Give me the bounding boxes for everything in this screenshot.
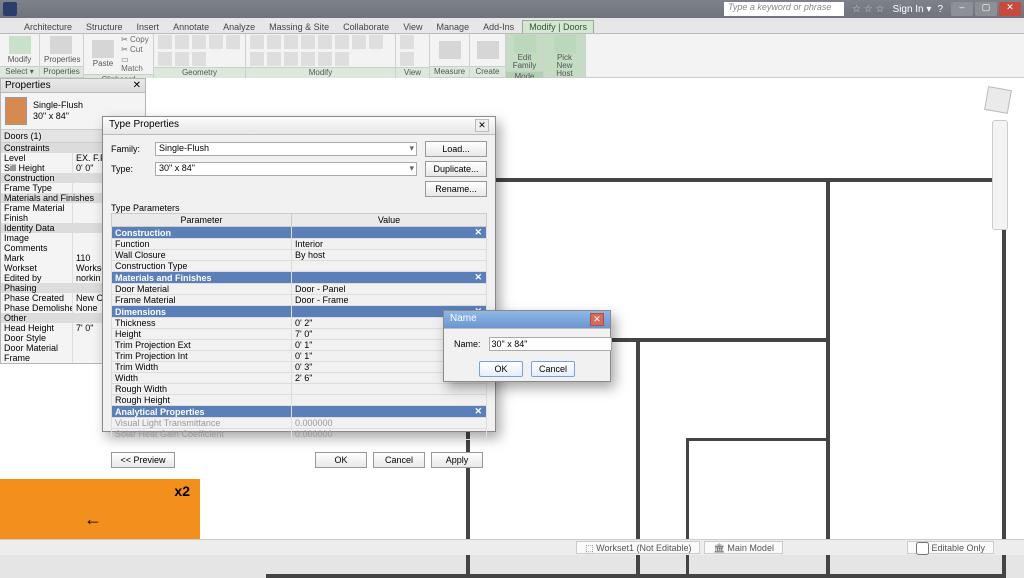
measure-button[interactable]: [434, 41, 465, 60]
apply-button[interactable]: Apply: [431, 452, 483, 468]
type-label: Type:: [111, 164, 155, 174]
name-dialog: Name ✕ Name: OK Cancel: [443, 310, 611, 382]
type-properties-dialog: Type Properties ✕ Family: Single-Flush L…: [102, 116, 496, 432]
param-row[interactable]: Solar Heat Gain Coefficient0.000000: [112, 429, 487, 440]
param-group[interactable]: Dimensions✕: [112, 306, 487, 318]
workset-status[interactable]: ⬚ Workset1 (Not Editable): [576, 541, 700, 554]
name-dialog-close-button[interactable]: ✕: [590, 313, 604, 326]
name-ok-button[interactable]: OK: [479, 361, 523, 377]
signin-button[interactable]: Sign In ▾: [892, 4, 931, 15]
panel-properties-label: Properties: [40, 66, 83, 77]
type-parameters-label: Type Parameters: [111, 203, 487, 213]
panel-view-label: View: [396, 67, 429, 78]
ribbon-tabs: Architecture Structure Insert Annotate A…: [0, 18, 1024, 34]
ribbon: Modify Select ▾ Properties Properties Pa…: [0, 34, 1024, 78]
name-input[interactable]: [489, 337, 612, 351]
tab-collaborate[interactable]: Collaborate: [337, 21, 395, 33]
tab-architecture[interactable]: Architecture: [18, 21, 78, 33]
properties-palette-title[interactable]: Properties✕: [1, 79, 145, 93]
ok-button[interactable]: OK: [315, 452, 367, 468]
window-maximize-button[interactable]: ▢: [975, 2, 997, 16]
copy-button[interactable]: ✂ Copy: [121, 35, 149, 44]
speed-indicator: x2: [174, 483, 190, 499]
param-row[interactable]: Rough Width: [112, 384, 487, 395]
rename-button[interactable]: Rename...: [425, 181, 487, 197]
param-row[interactable]: Trim Projection Ext0' 1": [112, 340, 487, 351]
navigation-bar[interactable]: [992, 120, 1008, 230]
arrow-left-icon: ←: [84, 509, 102, 530]
view-tools[interactable]: [400, 35, 425, 66]
status-bar: ⬚ Workset1 (Not Editable) 🏛 Main Model E…: [0, 539, 1024, 555]
param-row[interactable]: Trim Projection Int0' 1": [112, 351, 487, 362]
tab-structure[interactable]: Structure: [80, 21, 129, 33]
geometry-tools[interactable]: [158, 35, 241, 66]
tab-analyze[interactable]: Analyze: [217, 21, 261, 33]
view-cube[interactable]: [984, 86, 1012, 114]
design-options-status[interactable]: 🏛 Main Model: [704, 541, 782, 554]
pick-new-host-button[interactable]: Pick New Host: [548, 35, 581, 78]
modify-tool-button[interactable]: Modify: [4, 36, 35, 64]
name-dialog-titlebar[interactable]: Name ✕: [444, 311, 610, 329]
window-close-button[interactable]: ✕: [999, 2, 1021, 16]
duplicate-button[interactable]: Duplicate...: [425, 161, 487, 177]
param-row[interactable]: Trim Width0' 3": [112, 362, 487, 373]
param-row[interactable]: Width2' 6": [112, 373, 487, 384]
tab-insert[interactable]: Insert: [131, 21, 166, 33]
param-group[interactable]: Materials and Finishes✕: [112, 272, 487, 284]
param-row[interactable]: FunctionInterior: [112, 239, 487, 250]
tab-view[interactable]: View: [397, 21, 428, 33]
param-row[interactable]: Door MaterialDoor - Panel: [112, 284, 487, 295]
tab-annotate[interactable]: Annotate: [167, 21, 215, 33]
properties-button[interactable]: Properties: [44, 36, 78, 64]
param-row[interactable]: Rough Height: [112, 395, 487, 406]
family-label: Family:: [111, 144, 155, 154]
param-row[interactable]: Visual Light Transmittance0.000000: [112, 418, 487, 429]
param-row[interactable]: Thickness0' 2": [112, 318, 487, 329]
param-row[interactable]: Wall ClosureBy host: [112, 250, 487, 261]
preview-button[interactable]: << Preview: [111, 452, 175, 468]
param-group[interactable]: Construction✕: [112, 227, 487, 239]
type-dropdown[interactable]: 30" x 84": [155, 162, 417, 176]
dialog-close-button[interactable]: ✕: [475, 119, 489, 132]
paste-button[interactable]: Paste: [88, 40, 118, 68]
help-icon[interactable]: ?: [937, 4, 943, 15]
app-titlebar: Type a keyword or phrase ☆ ☆ ☆ Sign In ▾…: [0, 0, 1024, 18]
load-button[interactable]: Load...: [425, 141, 487, 157]
window-minimize-button[interactable]: –: [951, 2, 973, 16]
infocenter-icons[interactable]: ☆ ☆ ☆: [852, 4, 884, 15]
search-input[interactable]: Type a keyword or phrase: [724, 2, 844, 16]
panel-select-label: Select ▾: [0, 66, 39, 77]
param-row[interactable]: Frame MaterialDoor - Frame: [112, 295, 487, 306]
name-label: Name:: [454, 339, 481, 349]
cancel-button[interactable]: Cancel: [373, 452, 425, 468]
tab-massing[interactable]: Massing & Site: [263, 21, 335, 33]
edit-family-button[interactable]: Edit Family: [510, 35, 539, 70]
family-dropdown[interactable]: Single-Flush: [155, 142, 417, 156]
dialog-titlebar[interactable]: Type Properties ✕: [103, 117, 495, 135]
type-parameters-table[interactable]: Parameter Value Construction✕FunctionInt…: [111, 213, 487, 440]
name-cancel-button[interactable]: Cancel: [531, 361, 575, 377]
param-row[interactable]: Construction Type: [112, 261, 487, 272]
cut-button[interactable]: ✂ Cut: [121, 45, 149, 54]
modify-tools[interactable]: [250, 35, 390, 66]
tab-manage[interactable]: Manage: [431, 21, 476, 33]
app-icon: [3, 2, 17, 16]
panel-geometry-label: Geometry: [154, 67, 245, 78]
panel-measure-label: Measure: [430, 66, 469, 77]
param-group[interactable]: Analytical Properties✕: [112, 406, 487, 418]
door-thumbnail-icon: [5, 97, 27, 125]
panel-create-label: Create: [470, 66, 505, 77]
tab-addins[interactable]: Add-Ins: [477, 21, 520, 33]
match-button[interactable]: ▭ Match: [121, 55, 149, 73]
panel-modify-label: Modify: [246, 67, 395, 78]
editable-only-toggle[interactable]: Editable Only: [907, 541, 994, 554]
create-button[interactable]: [474, 41, 501, 60]
close-icon[interactable]: ✕: [133, 80, 141, 91]
param-row[interactable]: Height7' 0": [112, 329, 487, 340]
tab-modify-doors[interactable]: Modify | Doors: [522, 20, 594, 33]
